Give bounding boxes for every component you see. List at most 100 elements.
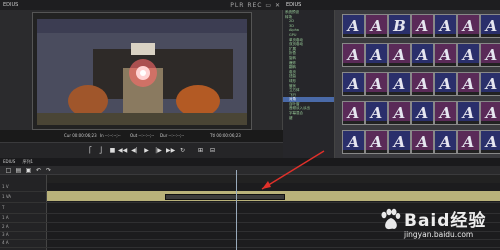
loop-icon[interactable]: ↻: [178, 146, 187, 155]
insert-icon[interactable]: ⊞: [196, 146, 205, 155]
transition-thumbnail[interactable]: A: [457, 14, 480, 38]
redo-icon[interactable]: ↷: [44, 166, 53, 175]
thumbnail-caption-bar: [458, 121, 479, 124]
rewind-icon[interactable]: ◀◀: [118, 146, 127, 155]
bin-title: EDIUS: [286, 2, 302, 8]
thumbnail-letter: A: [370, 133, 383, 151]
thumbnail-caption-bar: [389, 34, 410, 37]
player-title-bar: EDIUS PLR REC ▭ ✕: [0, 0, 283, 10]
transition-thumbnail[interactable]: A: [388, 130, 411, 154]
thumbnail-caption-bar: [343, 63, 364, 66]
video-preview: [32, 12, 252, 130]
timeline-title-bar: EDIUS 序列1: [0, 158, 500, 166]
transition-thumbnail[interactable]: A: [388, 72, 411, 96]
transition-thumbnail[interactable]: A: [434, 43, 457, 67]
rec-label[interactable]: REC: [247, 2, 262, 9]
open-icon[interactable]: ▤: [14, 166, 23, 175]
transition-thumbnail[interactable]: A: [457, 72, 480, 96]
transition-thumbnail[interactable]: A: [434, 101, 457, 125]
player-label[interactable]: PLR: [230, 2, 244, 9]
thumbnail-caption-bar: [389, 92, 410, 95]
save-icon[interactable]: ▣: [24, 166, 33, 175]
thumbnail-letter: A: [439, 17, 452, 35]
transition-thumbnail[interactable]: A: [342, 43, 365, 67]
thumbnail-caption-bar: [481, 92, 500, 95]
sequence-tab[interactable]: 序列1: [17, 159, 34, 164]
timecode-row: Cur 00:00:06;23 In --:--:--;-- Out --:--…: [0, 130, 283, 142]
thumbnail-caption-bar: [435, 63, 456, 66]
mark-out-icon[interactable]: ⎦: [96, 146, 105, 155]
window-buttons[interactable]: PLR REC ▭ ✕: [230, 1, 281, 11]
thumbnail-letter: A: [370, 17, 383, 35]
transition-thumbnail[interactable]: A: [457, 43, 480, 67]
thumbnail-caption-bar: [412, 121, 433, 124]
thumbnail-caption-bar: [412, 63, 433, 66]
transition-thumbnail[interactable]: A: [411, 101, 434, 125]
transition-thumbnail[interactable]: A: [480, 130, 500, 154]
playhead[interactable]: [236, 170, 237, 250]
transition-thumbnail[interactable]: A: [434, 72, 457, 96]
thumbnail-caption-bar: [435, 34, 456, 37]
transition-thumbnail[interactable]: A: [480, 14, 500, 38]
transition-thumbnail[interactable]: A: [480, 43, 500, 67]
transition-thumbnail[interactable]: A: [480, 101, 500, 125]
track-header[interactable]: 4 A: [0, 239, 49, 248]
tc-total: Ttl 00:00:06;23: [210, 133, 241, 138]
transition-thumbnail[interactable]: A: [365, 14, 388, 38]
transition-thumbnail[interactable]: B: [388, 14, 411, 38]
tree-item[interactable]: 键: [283, 116, 334, 121]
new-sequence-icon[interactable]: □: [4, 166, 13, 175]
thumbnail-letter: A: [416, 104, 429, 122]
overwrite-icon[interactable]: ⊟: [208, 146, 217, 155]
transition-thumbnail[interactable]: A: [342, 14, 365, 38]
thumbnail-caption-bar: [481, 121, 500, 124]
thumbnail-letter: A: [393, 133, 406, 151]
transition-thumbnail[interactable]: A: [365, 72, 388, 96]
transition-thumbnail[interactable]: A: [411, 14, 434, 38]
transition-thumbnail[interactable]: A: [388, 101, 411, 125]
transition-thumbnail[interactable]: A: [365, 130, 388, 154]
transition-thumbnail[interactable]: A: [411, 72, 434, 96]
transition-thumbnail[interactable]: A: [342, 130, 365, 154]
thumbnail-letter: A: [462, 46, 475, 64]
transition-thumbnail[interactable]: A: [342, 72, 365, 96]
tc-dur: Dur --:--:--;--: [160, 133, 185, 138]
thumbnail-letter: A: [347, 133, 360, 151]
transition-clip[interactable]: [165, 194, 285, 200]
thumbnail-caption-bar: [389, 63, 410, 66]
watermark-brand: Baid经验: [404, 211, 487, 231]
thumbnail-caption-bar: [366, 34, 387, 37]
transition-thumbnail[interactable]: A: [411, 130, 434, 154]
timeline-toolbar: □ ▤ ▣ ↶ ↷: [0, 166, 500, 175]
time-ruler[interactable]: [46, 175, 500, 189]
step-forward-icon[interactable]: |▶: [154, 146, 163, 155]
player-controls: ⎡ ⎦ ■ ◀◀ ◀| ▶ |▶ ▶▶ ↻ ⊞ ⊟: [0, 142, 283, 158]
thumbnail-caption-bar: [366, 92, 387, 95]
undo-icon[interactable]: ↶: [34, 166, 43, 175]
thumbnail-caption-bar: [412, 34, 433, 37]
thumbnail-caption-bar: [343, 150, 364, 153]
step-back-icon[interactable]: ◀|: [130, 146, 139, 155]
transition-thumbnail[interactable]: A: [411, 43, 434, 67]
thumbnail-letter: A: [393, 46, 406, 64]
play-icon[interactable]: ▶: [142, 146, 151, 155]
fast-forward-icon[interactable]: ▶▶: [166, 146, 175, 155]
baidu-watermark: Baid经验 jingyan.baidu.com: [378, 204, 500, 250]
transition-thumbnail[interactable]: A: [434, 14, 457, 38]
transition-thumbnail[interactable]: A: [388, 43, 411, 67]
transition-thumbnail[interactable]: A: [457, 101, 480, 125]
tc-in: In --:--:--;--: [100, 133, 121, 138]
thumbnail-letter: A: [370, 46, 383, 64]
effects-title-bar: EDIUS: [283, 0, 500, 10]
thumbnail-letter: A: [462, 104, 475, 122]
transition-thumbnail[interactable]: A: [457, 130, 480, 154]
stop-icon[interactable]: ■: [108, 146, 117, 155]
transition-thumbnail[interactable]: A: [365, 43, 388, 67]
thumbnail-letter: A: [462, 75, 475, 93]
mark-in-icon[interactable]: ⎡: [86, 146, 95, 155]
transition-thumbnail[interactable]: A: [342, 101, 365, 125]
transition-thumbnail[interactable]: A: [480, 72, 500, 96]
transition-thumbnail[interactable]: A: [365, 101, 388, 125]
thumbnail-letter: A: [462, 17, 475, 35]
transition-thumbnail[interactable]: A: [434, 130, 457, 154]
